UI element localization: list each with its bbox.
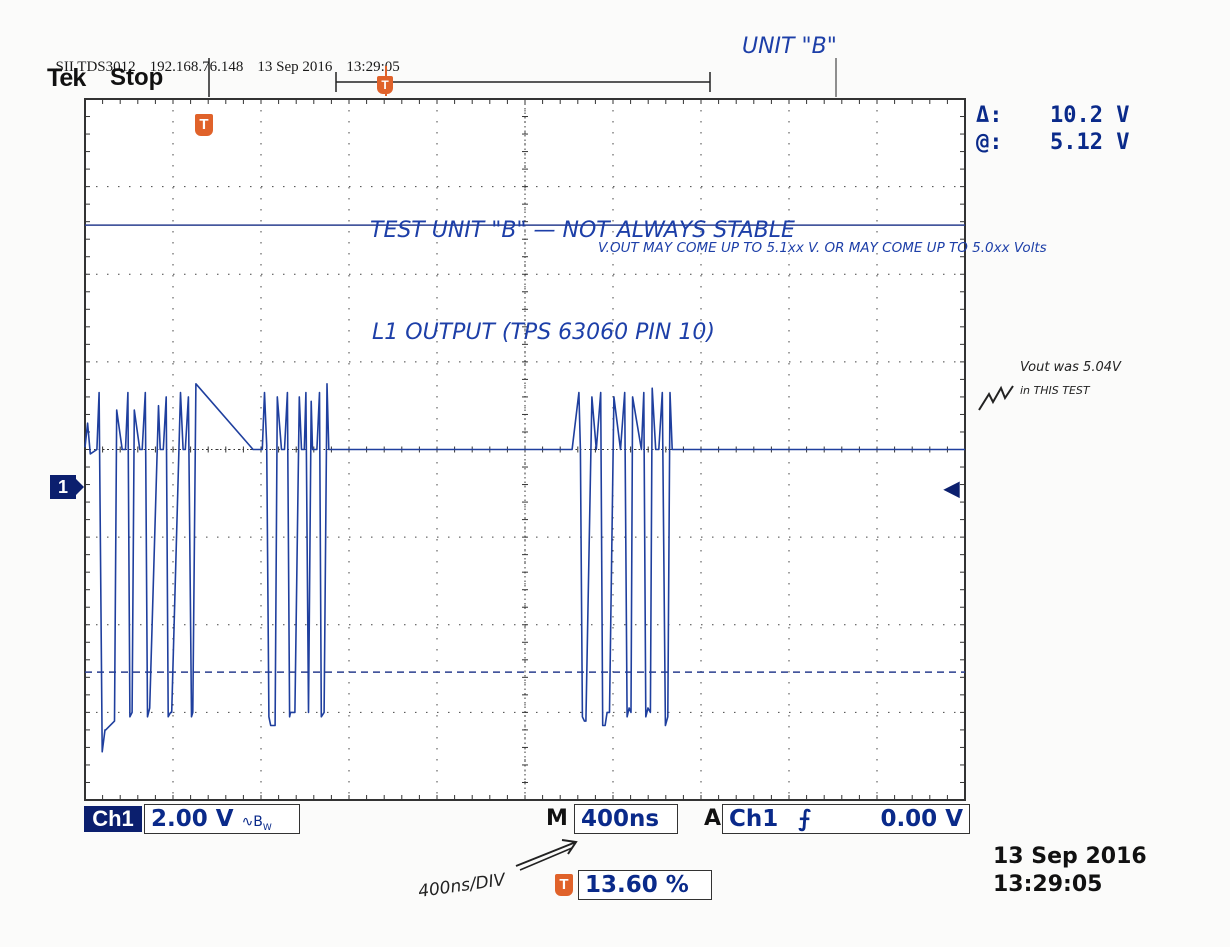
trigger-field: Ch1 ⨍ 0.00 V — [722, 804, 970, 834]
timebase-value: 400ns — [574, 804, 678, 834]
trigger-position-icon: T — [195, 114, 213, 136]
stamp-time: 13:29:05 — [993, 872, 1103, 897]
ch1-ground-marker: 1 — [50, 475, 84, 499]
handwritten-arrow — [515, 839, 578, 871]
trigger-pos-icon: T — [555, 874, 573, 896]
screen-timestamp: 13 Sep 2016 13:29:05 — [993, 843, 1147, 899]
pen-scribble-icon — [978, 385, 1014, 411]
handwritten-subtitle: V.OUT MAY COME UP TO 5.1xx V. OR MAY COM… — [598, 240, 1047, 256]
handwritten-note-1: Vout was 5.04V — [1020, 360, 1121, 375]
trigger-position-value: 13.60 % — [578, 870, 712, 900]
trigger-source: Ch1 — [729, 806, 779, 832]
acquire-trigger-label: A — [704, 806, 722, 831]
delta-label: Δ: — [976, 103, 1003, 128]
at-value: 5.12 V — [1050, 130, 1130, 155]
stamp-date: 13 Sep 2016 — [993, 844, 1147, 869]
volts-div-value: 2.00 V — [151, 806, 234, 832]
handwritten-note-2: in THIS TEST — [1020, 384, 1090, 397]
trigger-slope-icon: ⨍ — [798, 806, 812, 832]
handwritten-signal: L1 OUTPUT (TPS 63060 PIN 10) — [372, 320, 715, 345]
delta-value: 10.2 V — [1050, 103, 1130, 128]
trigger-level: 0.00 V — [880, 806, 963, 832]
trigger-level-arrow-icon: ◀ — [944, 478, 960, 500]
bandwidth-limit-icon: ∿BW — [241, 814, 272, 833]
volts-div-field: 2.00 V ∿BW — [144, 804, 300, 834]
main-timebase-label: M — [546, 806, 568, 831]
channel-tag: Ch1 — [84, 806, 142, 832]
at-label: @: — [976, 130, 1003, 155]
